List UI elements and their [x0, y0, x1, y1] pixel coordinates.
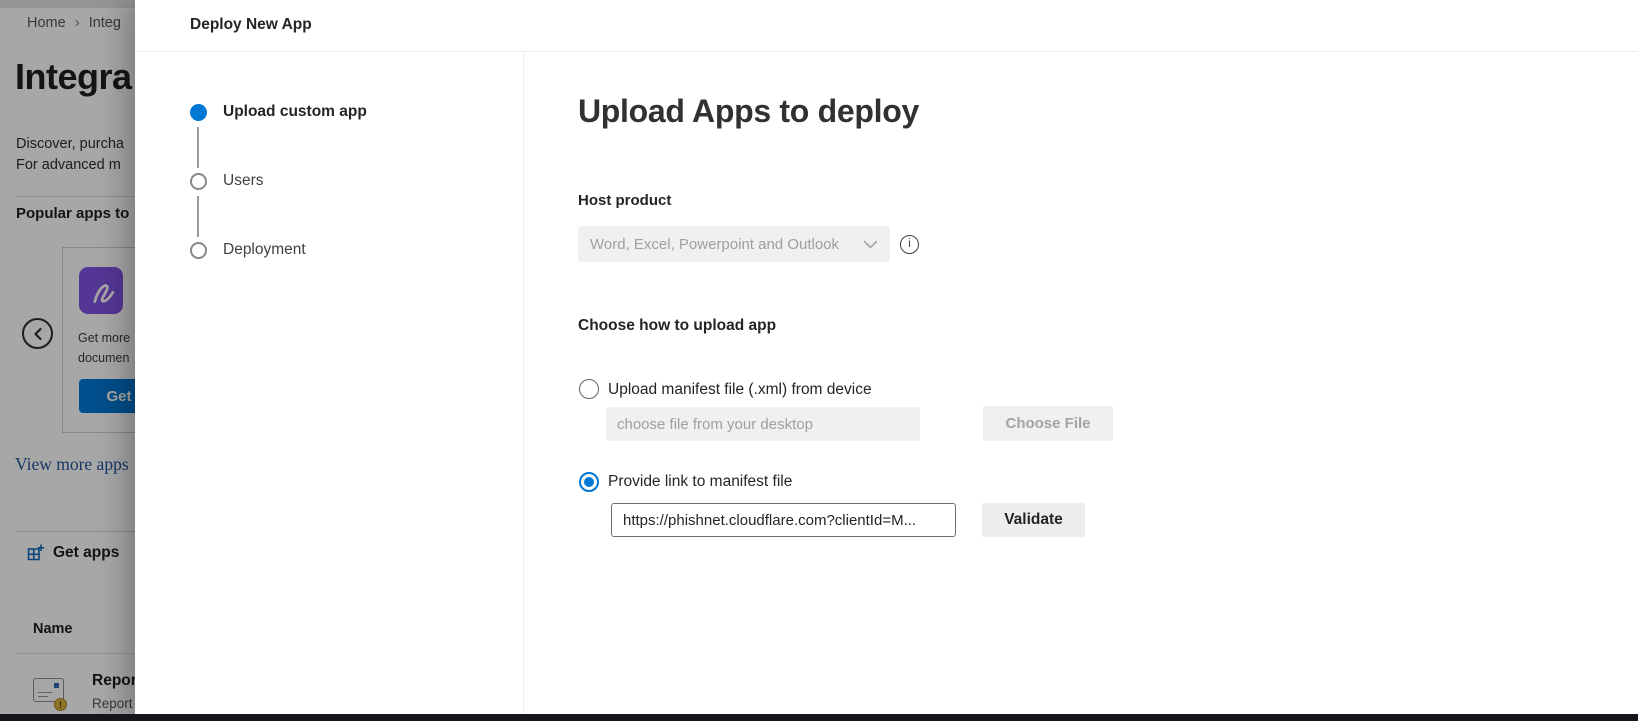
- step-indicator-users: [190, 173, 207, 190]
- panel-vertical-divider: [523, 52, 524, 721]
- chevron-down-icon: [863, 240, 878, 249]
- radio-upload-manifest-file[interactable]: [579, 379, 599, 399]
- radio-provide-link-label: Provide link to manifest file: [608, 473, 792, 491]
- host-product-value: Word, Excel, Powerpoint and Outlook: [590, 236, 839, 253]
- step-label-upload-custom-app: Upload custom app: [223, 103, 367, 121]
- file-path-input[interactable]: [606, 407, 920, 441]
- host-product-dropdown[interactable]: Word, Excel, Powerpoint and Outlook: [578, 226, 890, 262]
- step-label-users: Users: [223, 172, 263, 190]
- manifest-url-input[interactable]: [611, 503, 956, 537]
- radio-selected-dot: [584, 477, 594, 487]
- host-product-label: Host product: [578, 192, 671, 209]
- step-connector: [197, 196, 199, 237]
- step-connector: [197, 127, 199, 168]
- choose-upload-heading: Choose how to upload app: [578, 317, 776, 335]
- choose-file-button[interactable]: Choose File: [983, 406, 1113, 441]
- step-indicator-active: [190, 104, 207, 121]
- step-label-deployment: Deployment: [223, 241, 306, 259]
- radio-upload-manifest-label: Upload manifest file (.xml) from device: [608, 381, 872, 399]
- content-heading: Upload Apps to deploy: [578, 93, 919, 130]
- info-icon[interactable]: i: [900, 235, 919, 254]
- panel-title: Deploy New App: [190, 16, 312, 34]
- validate-button[interactable]: Validate: [982, 503, 1085, 537]
- deploy-new-app-panel: Deploy New App Upload custom app Users D…: [135, 0, 1638, 721]
- screen: Home › Integ Integra Discover, purcha Fo…: [0, 0, 1638, 721]
- step-indicator-deployment: [190, 242, 207, 259]
- bottom-bar: [0, 714, 1638, 721]
- panel-content: Upload Apps to deploy Host product Word,…: [578, 0, 1638, 721]
- radio-provide-link[interactable]: [579, 472, 599, 492]
